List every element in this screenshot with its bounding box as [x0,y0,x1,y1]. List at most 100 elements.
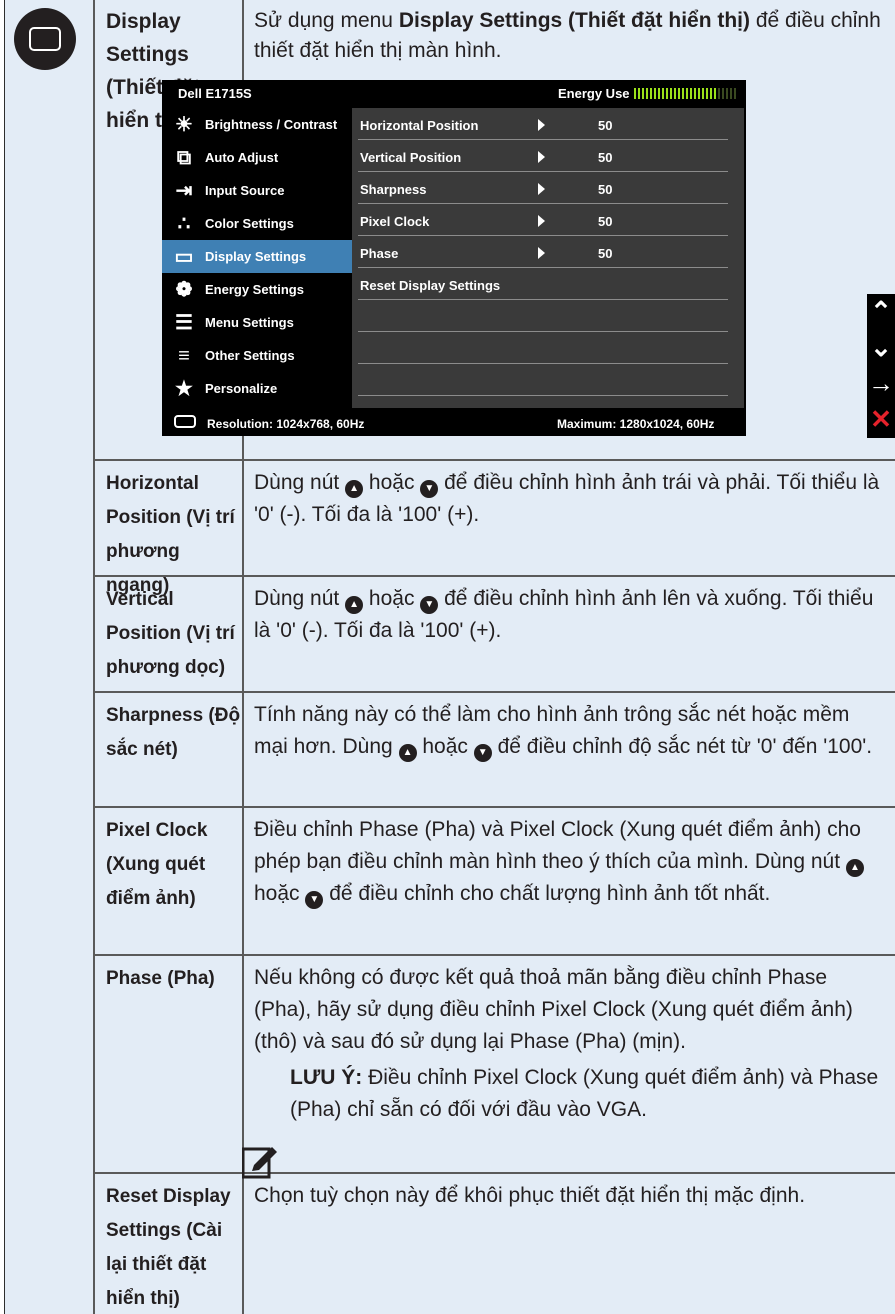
energy-use-label: Energy Use [558,86,630,101]
osd-submenu-label: Reset Display Settings [360,278,501,293]
osd-submenu-item[interactable]: Phase 50 [358,236,728,268]
osd-main-menu: ☀ Brightness / Contrast ⧉ Auto Adjust ⇥ Input… [162,108,352,405]
osd-header: Dell E1715S Energy Use [162,80,746,108]
row-label: Vertical Position (Vị trí phương dọc) [106,589,235,678]
energy-meter-segment [674,88,676,99]
osd-menu-item[interactable]: ∴ Color Settings [162,207,352,240]
osd-submenu-label: Phase [360,246,399,261]
down-arrow-icon[interactable]: ⌄ [867,330,895,364]
down-button-icon: ▼ [420,480,439,498]
energy-meter-segment [726,88,728,99]
osd-menu-item-label: Other Settings [205,348,295,363]
osd-menu-item-label: Personalize [205,381,278,396]
osd-menu-item[interactable]: ☰ Menu Settings [162,306,352,339]
osd-submenu-label: Sharpness [360,182,427,197]
up-button-icon: ▲ [345,480,364,498]
osd-menu-item[interactable]: ▭ Display Settings [162,240,352,273]
table-row-pixel-clock: Pixel Clock (Xung quét điểm ảnh) Điều ch… [95,808,895,956]
energy-meter-segment [642,88,644,99]
osd-menu-screenshot: Dell E1715S Energy Use ☀ Brightness / Con… [162,80,746,436]
input-source-icon: ⇥ [175,180,193,202]
vga-connector-icon [174,415,196,428]
energy-meter-segment [658,88,660,99]
osd-menu-item-label: Display Settings [205,249,307,264]
osd-menu-item[interactable]: ★ Personalize [162,372,352,405]
resolution-readout: Resolution: 1024x768, 60Hz [207,417,365,431]
osd-menu-item[interactable]: ⧉ Auto Adjust [162,141,352,174]
osd-submenu-item[interactable]: Pixel Clock 50 [358,204,728,236]
energy-settings-icon: ❁ [175,279,193,301]
osd-submenu-value: 50 [598,214,613,229]
down-button-icon: ▼ [420,596,439,614]
osd-submenu-item[interactable]: Vertical Position 50 [358,140,728,172]
table-row-horizontal-position: Horizontal Position (Vị trí phương ngang… [95,461,895,596]
osd-menu-item-label: Color Settings [205,216,294,231]
down-button-icon: ▼ [473,744,492,762]
table-row-phase: Phase (Pha) Nếu không có được kết quả th… [95,956,895,1174]
energy-meter-segment [670,88,672,99]
energy-meter-segment [702,88,704,99]
up-arrow-icon[interactable]: ⌃ [867,294,895,328]
arrow-right-icon [538,151,545,163]
energy-meter-segment [710,88,712,99]
energy-meter-segment [634,88,636,99]
energy-meter-segment [650,88,652,99]
osd-submenu-empty-row [358,300,728,332]
down-button-icon: ▼ [305,891,324,909]
osd-submenu-empty-row [358,332,728,364]
arrow-right-icon [538,215,545,227]
right-arrow-icon[interactable]: → [867,366,895,400]
osd-submenu-item[interactable]: Sharpness 50 [358,172,728,204]
display-settings-icon: ▭ [174,246,194,268]
color-settings-icon: ∴ [177,213,191,235]
display-settings-circle-icon [14,8,76,70]
menu-settings-icon: ☰ [175,312,193,334]
osd-submenu-empty-row [358,364,728,396]
energy-meter-segment [666,88,668,99]
row-label: Pixel Clock (Xung quét điểm ảnh) [106,820,208,909]
row-description: Dùng nút ▲ hoặc ▼ để điều chỉnh hình ảnh… [242,461,895,575]
energy-meter-segment [662,88,664,99]
osd-menu-item[interactable]: ☀ Brightness / Contrast [162,108,352,141]
energy-meter-segment [654,88,656,99]
up-button-icon: ▲ [345,596,364,614]
close-icon[interactable]: ✕ [867,402,895,436]
osd-submenu-item[interactable]: Reset Display Settings [358,268,728,300]
table-row-vertical-position: Vertical Position (Vị trí phương dọc) Dù… [95,577,895,693]
table-row-sharpness: Sharpness (Độ sắc nét) Tính năng này có … [95,693,895,808]
osd-menu-item[interactable]: ≡ Other Settings [162,339,352,372]
table-row-reset-display-settings: Reset Display Settings (Cài lại thiết đặ… [95,1174,895,1314]
osd-menu-item-label: Brightness / Contrast [205,117,338,132]
osd-submenu-label: Horizontal Position [360,118,479,133]
energy-meter-segment [698,88,700,99]
osd-submenu-label: Pixel Clock [360,214,430,229]
maximum-resolution-readout: Maximum: 1280x1024, 60Hz [557,417,715,431]
osd-title: Dell E1715S [178,86,252,101]
osd-menu-item[interactable]: ❁ Energy Settings [162,273,352,306]
brightness-icon: ☀ [175,114,193,136]
energy-meter-segment [734,88,736,99]
osd-submenu-value: 50 [598,246,613,261]
up-button-icon: ▲ [398,744,417,762]
other-settings-icon: ≡ [178,345,190,367]
energy-meter-segment [718,88,720,99]
row-description: Tính năng này có thể làm cho hình ảnh tr… [242,693,895,806]
osd-submenu-value: 50 [598,150,613,165]
energy-meter-segment [722,88,724,99]
note-pencil-icon [242,1147,277,1179]
osd-submenu-item[interactable]: Horizontal Position 50 [358,108,728,140]
arrow-right-icon [538,247,545,259]
row-label: Sharpness (Độ sắc nét) [106,705,241,760]
energy-meter-segment [678,88,680,99]
osd-menu-item[interactable]: ⇥ Input Source [162,174,352,207]
energy-meter-segment [638,88,640,99]
osd-menu-item-label: Menu Settings [205,315,294,330]
energy-meter-segment [730,88,732,99]
energy-meter-segment [690,88,692,99]
row-description: Dùng nút ▲ hoặc ▼ để điều chỉnh hình ảnh… [242,577,895,691]
energy-meter-segment [646,88,648,99]
row-label: Phase (Pha) [106,968,215,989]
row-description: Chọn tuỳ chọn này để khôi phục thiết đặt… [242,1174,895,1314]
osd-menu-item-label: Input Source [205,183,285,198]
energy-meter-segment [714,88,716,99]
